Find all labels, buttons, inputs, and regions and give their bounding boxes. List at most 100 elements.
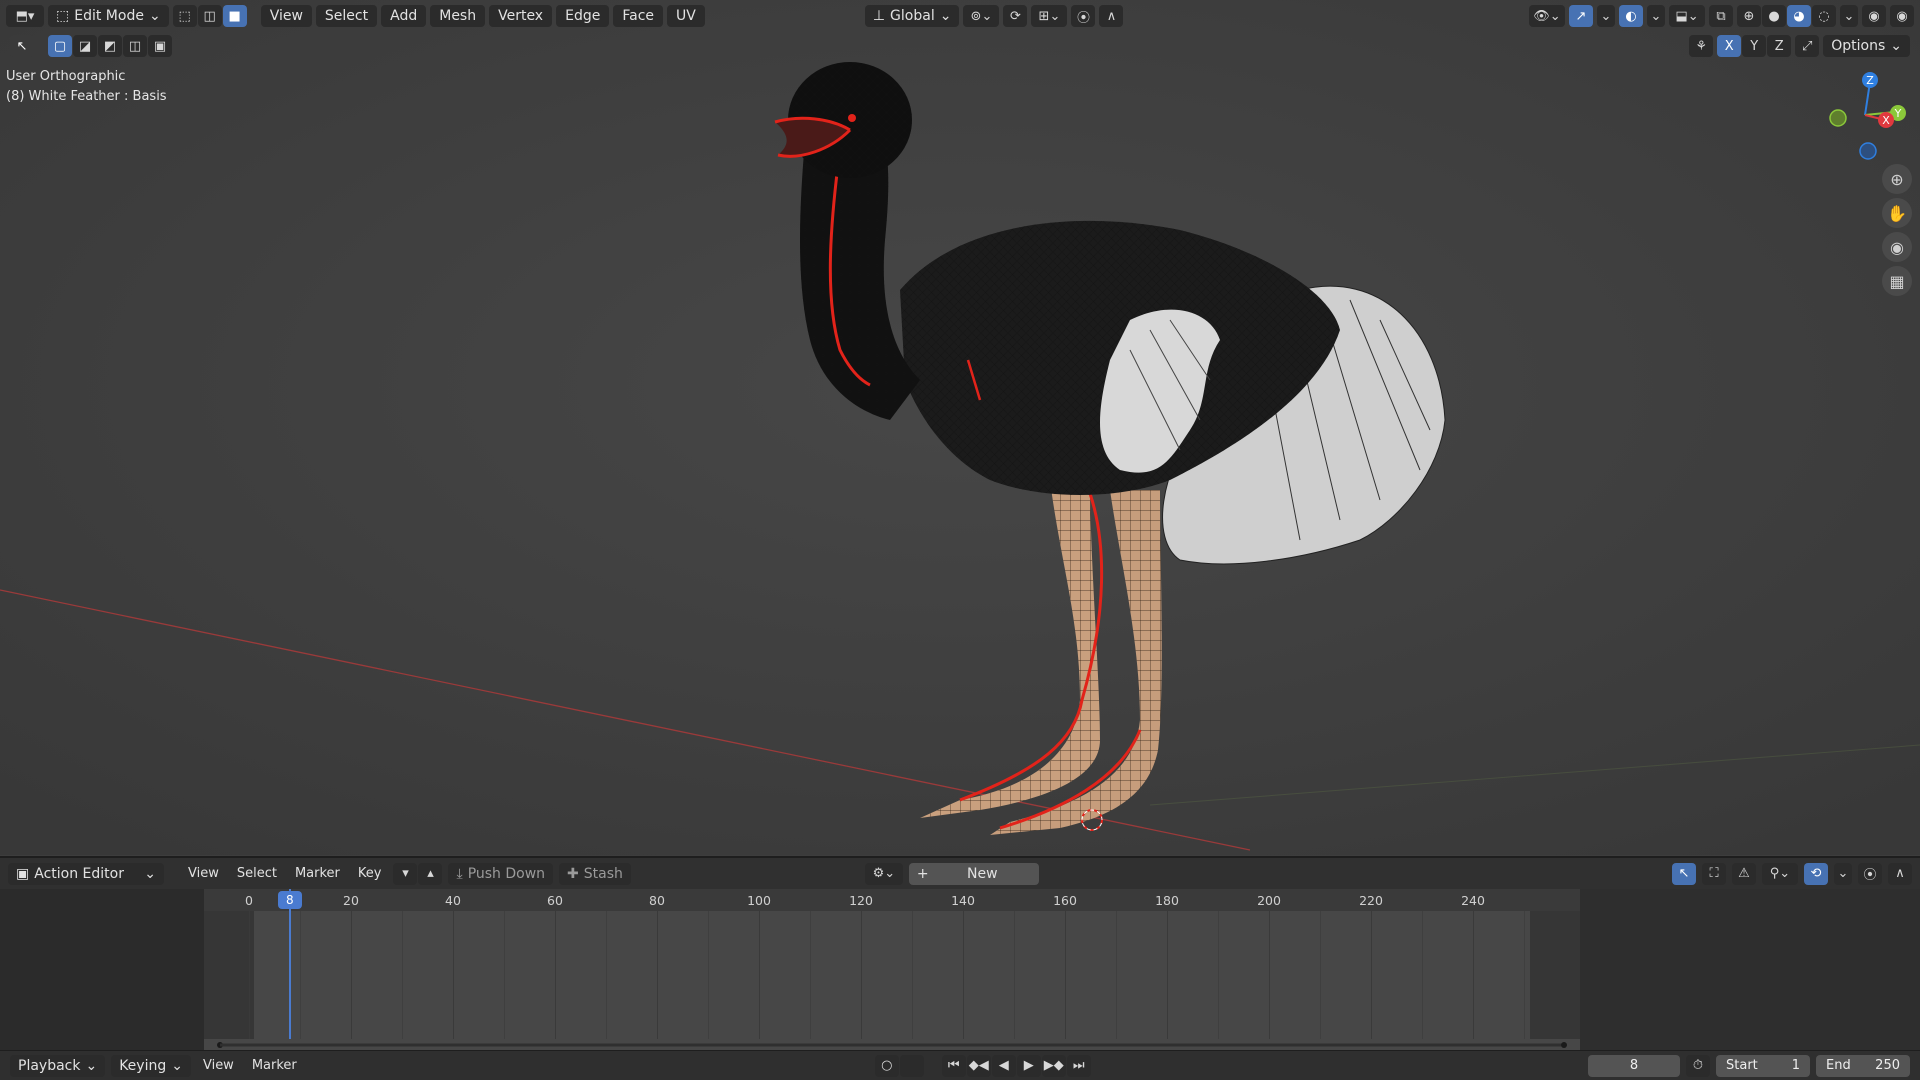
chevron-down-icon[interactable]: ⌄	[1597, 5, 1615, 27]
perspective-grid-icon[interactable]: ▦	[1882, 266, 1912, 296]
transform-orientation[interactable]: ⊥ Global ⌄	[864, 5, 960, 27]
falloff-action-icon[interactable]: ∧	[1888, 862, 1912, 885]
wireframe-shading-icon[interactable]: ⊕	[1737, 5, 1761, 27]
editor-mode-selector[interactable]: ▣ Action Editor ⌄	[8, 862, 164, 885]
pan-hand-icon[interactable]: ✋	[1882, 198, 1912, 228]
select-extend-icon[interactable]: ◪	[73, 35, 97, 57]
menu-view[interactable]: View	[260, 5, 312, 27]
push-down-label: Push Down	[467, 865, 546, 882]
mirror-settings-icon[interactable]: ⚘	[1689, 35, 1714, 57]
camera-view-icon[interactable]: ◉	[1882, 232, 1912, 262]
gizmo-toggle-icon[interactable]: ↗	[1569, 5, 1593, 27]
jump-end-icon[interactable]: ⏭	[1066, 1054, 1091, 1077]
visibility-icon[interactable]: 👁⌄	[1529, 5, 1565, 27]
only-errors-icon[interactable]: ⚠	[1732, 862, 1756, 885]
play-reverse-icon[interactable]: ◀	[991, 1054, 1016, 1077]
menu-select[interactable]: Select	[315, 5, 378, 27]
mode-selector[interactable]: ⬚ Edit Mode ⌄	[48, 5, 169, 27]
select-new-icon[interactable]: ▢	[48, 35, 72, 57]
record-alt-icon[interactable]: ◉	[1890, 5, 1914, 27]
auto-snap-icon[interactable]: ⟲	[1804, 862, 1828, 885]
vertex-select-icon[interactable]: ⬚	[172, 5, 197, 27]
action-browse-icon[interactable]: ⚙⌄	[864, 862, 903, 885]
chevron-down-icon[interactable]: ⌄	[1647, 5, 1665, 27]
mirror-x-button[interactable]: X	[1717, 35, 1742, 57]
current-frame-field[interactable]: 8	[1588, 1054, 1680, 1077]
push-down-button[interactable]: ⤓ Push Down	[448, 862, 554, 885]
mesh-edit-overlay-icon[interactable]: ⬓⌄	[1669, 5, 1705, 27]
auto-merge-icon[interactable]: ⤢	[1795, 35, 1820, 57]
xray-toggle-icon[interactable]: ⧉	[1709, 5, 1733, 27]
editor-type-icon[interactable]: ⬒▾	[6, 5, 44, 27]
mirror-y-button[interactable]: Y	[1742, 35, 1767, 57]
ae-menu-key[interactable]: Key	[352, 866, 388, 881]
overlay-toggle-icon[interactable]: ◐	[1619, 5, 1643, 27]
menu-mesh[interactable]: Mesh	[430, 5, 486, 27]
proportional-edit-icon[interactable]: ⦿	[1071, 5, 1096, 27]
select-difference-icon[interactable]: ◫	[123, 35, 147, 57]
play-icon[interactable]: ▶	[1016, 1054, 1041, 1077]
frame-ruler[interactable]: 0 20 40 60 80 100 120 140 160 180 200 220 240	[204, 889, 1580, 911]
ruler-tick-label: 60	[547, 893, 563, 908]
dopesheet-region[interactable]: 0 20 40 60 80 100 120 140 160 180 200 220 240 8	[204, 889, 1580, 1050]
mirror-z-button[interactable]: Z	[1767, 35, 1792, 57]
ae-menu-select[interactable]: Select	[231, 866, 283, 881]
solid-shading-icon[interactable]: ●	[1762, 5, 1786, 27]
auto-keying-icon[interactable]: ○	[874, 1054, 899, 1077]
frame-gridline	[1524, 911, 1525, 1039]
face-select-icon[interactable]: ■	[222, 5, 247, 27]
select-tool-icon[interactable]: ↖	[10, 35, 34, 57]
filter-icon[interactable]: ⚲⌄	[1762, 862, 1798, 885]
keying-set-icon[interactable]	[899, 1054, 924, 1077]
channel-region[interactable]	[0, 889, 204, 1050]
edge-select-icon[interactable]: ◫	[197, 5, 222, 27]
snap-target-icon[interactable]: ⊞⌄	[1031, 5, 1068, 27]
options-dropdown[interactable]: Options ⌄	[1823, 35, 1910, 57]
action-down-icon[interactable]: ▾	[393, 862, 418, 885]
new-action-button[interactable]: + New	[908, 862, 1039, 885]
auto-key-group: ○	[874, 1054, 924, 1077]
frame-gridline	[555, 911, 556, 1039]
ae-menu-view[interactable]: View	[182, 866, 225, 881]
stash-button[interactable]: ✚ Stash	[559, 862, 631, 885]
show-hidden-icon[interactable]: ⛶	[1702, 862, 1726, 885]
snap-toggle-icon[interactable]: ⟳	[1003, 5, 1028, 27]
jump-start-icon[interactable]: ⏮	[941, 1054, 966, 1077]
horizontal-scrollbar[interactable]	[214, 1042, 1570, 1048]
timeline-menu-marker[interactable]: Marker	[246, 1058, 303, 1073]
prev-keyframe-icon[interactable]: ◆◀	[966, 1054, 991, 1077]
ruler-tick-label: 240	[1461, 893, 1485, 908]
chevron-down-icon[interactable]: ⌄	[1840, 5, 1858, 27]
playhead-frame-badge[interactable]: 8	[277, 891, 302, 909]
3d-viewport[interactable]: User Orthographic (8) White Feather : Ba…	[0, 0, 1920, 855]
select-intersect-icon[interactable]: ▣	[148, 35, 172, 57]
timeline-menu-view[interactable]: View	[197, 1058, 240, 1073]
falloff-curve-icon[interactable]: ∧	[1099, 5, 1124, 27]
material-shading-icon[interactable]: ◕	[1787, 5, 1811, 27]
preview-range-icon[interactable]: ⏱	[1686, 1054, 1710, 1077]
select-subtract-icon[interactable]: ◩	[98, 35, 122, 57]
action-up-icon[interactable]: ▴	[418, 862, 443, 885]
pivot-point-icon[interactable]: ⊚⌄	[963, 5, 1000, 27]
only-selected-icon[interactable]: ↖	[1672, 862, 1696, 885]
proportional-action-icon[interactable]: ⦿	[1858, 862, 1882, 885]
rendered-shading-icon[interactable]: ◌	[1812, 5, 1836, 27]
ae-menu-marker[interactable]: Marker	[289, 866, 346, 881]
end-frame-field[interactable]: End 250	[1816, 1054, 1910, 1077]
menu-vertex[interactable]: Vertex	[489, 5, 553, 27]
options-label: Options	[1831, 38, 1886, 54]
action-nav-group: ▾ ▴	[393, 862, 443, 885]
playhead-line[interactable]	[288, 889, 291, 1039]
zoom-icon[interactable]: ⊕	[1882, 164, 1912, 194]
keying-menu[interactable]: Keying ⌄	[111, 1054, 191, 1077]
navigation-gizmo[interactable]: Z Y X	[1810, 68, 1910, 168]
record-icon[interactable]: ◉	[1862, 5, 1886, 27]
menu-face[interactable]: Face	[613, 5, 664, 27]
chevron-down-icon[interactable]: ⌄	[1834, 862, 1852, 885]
playback-menu[interactable]: Playback ⌄	[10, 1054, 106, 1077]
start-frame-field[interactable]: Start 1	[1716, 1054, 1810, 1077]
menu-uv[interactable]: UV	[667, 5, 705, 27]
menu-add[interactable]: Add	[381, 5, 427, 27]
next-keyframe-icon[interactable]: ▶◆	[1041, 1054, 1066, 1077]
menu-edge[interactable]: Edge	[556, 5, 610, 27]
